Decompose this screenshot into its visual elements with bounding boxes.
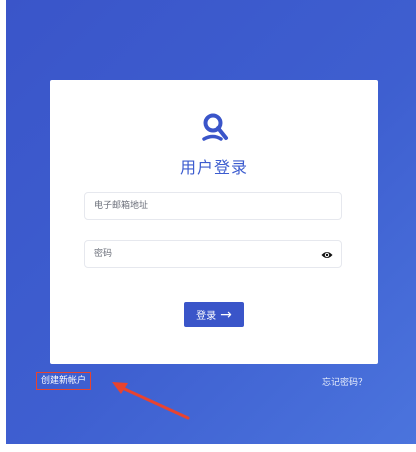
arrow-right-icon: →: [220, 306, 232, 323]
email-input[interactable]: [85, 193, 341, 219]
forgot-password-link[interactable]: 忘记密码？: [322, 375, 367, 388]
email-field[interactable]: [84, 192, 342, 220]
password-input[interactable]: [85, 241, 341, 267]
password-field[interactable]: [84, 240, 342, 268]
login-button[interactable]: 登录 →: [184, 302, 244, 327]
eye-icon[interactable]: [321, 250, 333, 260]
page: 用户登录 登录 → 创建新帐户 忘记密码？: [0, 0, 416, 452]
annotation-arrow-icon: [112, 382, 190, 420]
page-title: 用户登录: [179, 158, 248, 177]
login-button-label: 登录: [196, 311, 217, 322]
create-account-link[interactable]: 创建新帐户: [36, 372, 92, 390]
logo-icon: [202, 113, 228, 141]
login-card: 用户登录 登录 →: [50, 80, 378, 364]
